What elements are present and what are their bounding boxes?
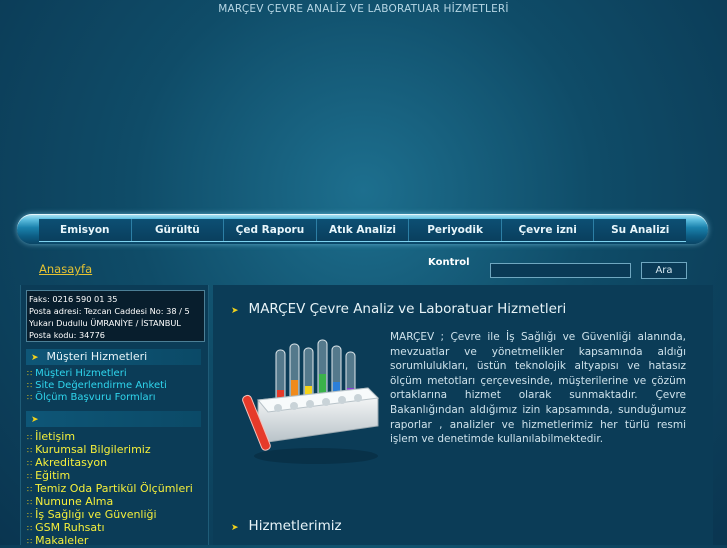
site-title: MARÇEV ÇEVRE ANALİZ VE LABORATUAR HİZMET… bbox=[218, 3, 509, 15]
contact-box: Faks: 0216 590 01 35 Posta adresi: Tezca… bbox=[26, 290, 205, 342]
sidebar-link-site-anketi[interactable]: ∷ Site Değerlendirme Anketi bbox=[27, 380, 167, 392]
arrow-bullet-icon: ➤ bbox=[31, 415, 39, 425]
services-heading: ➤ Hizmetlerimiz bbox=[231, 518, 342, 534]
bullet-icon: ∷ bbox=[27, 381, 33, 390]
bullet-icon: ∷ bbox=[27, 459, 33, 468]
bullet-icon: ∷ bbox=[27, 446, 33, 455]
bullet-icon: ∷ bbox=[27, 393, 33, 402]
bullet-icon: ∷ bbox=[27, 369, 33, 378]
page-title: ➤ MARÇEV Çevre Analiz ve Laboratuar Hizme… bbox=[231, 301, 566, 317]
bullet-icon: ∷ bbox=[27, 498, 33, 507]
search-label: Kontrol bbox=[428, 257, 470, 268]
bullet-icon: ∷ bbox=[27, 511, 33, 520]
customer-services-heading: ➤ Müşteri Hizmetleri bbox=[26, 349, 201, 365]
nav-item-atik-analizi[interactable]: Atık Analizi bbox=[317, 219, 410, 241]
intro-paragraph: MARÇEV ; Çevre ile İş Sağlığı ve Güvenli… bbox=[390, 331, 686, 446]
search-button[interactable]: Ara bbox=[641, 262, 687, 279]
bullet-icon: ∷ bbox=[27, 433, 33, 442]
main-nav: Emisyon Gürültü Çed Raporu Atık Analizi … bbox=[17, 214, 708, 244]
bullet-icon: ∷ bbox=[27, 524, 33, 533]
nav-item-su-analizi[interactable]: Su Analizi bbox=[594, 219, 686, 241]
test-tubes-rack-icon bbox=[242, 339, 380, 464]
services-heading-label: Hizmetlerimiz bbox=[248, 518, 342, 534]
sidebar-links: ∷ İletişim ∷ Kurumsal Bilgilerimiz ∷ Akredi… bbox=[27, 431, 193, 548]
arrow-bullet-icon: ➤ bbox=[31, 353, 39, 363]
sidebar-link-musteri-hizmetleri[interactable]: ∷ Müşteri Hizmetleri bbox=[27, 368, 167, 380]
contact-postcode: Posta kodu: 34776 bbox=[29, 330, 106, 340]
contact-address: Posta adresi: Tezcan Caddesi No: 38 / 5 bbox=[29, 306, 190, 316]
nav-item-periyodik[interactable]: Periyodik bbox=[409, 219, 502, 241]
bullet-icon: ∷ bbox=[27, 485, 33, 494]
sidebar-link-olcum-formlari[interactable]: ∷ Ölçüm Başvuru Formları bbox=[27, 392, 167, 404]
nav-item-gurultu[interactable]: Gürültü bbox=[132, 219, 225, 241]
sidebar-link-makaleler[interactable]: ∷ Makaleler bbox=[27, 535, 193, 548]
nav-item-emisyon[interactable]: Emisyon bbox=[39, 219, 132, 241]
bullet-icon: ∷ bbox=[27, 472, 33, 481]
nav-item-cevre-izni[interactable]: Çevre izni bbox=[502, 219, 595, 241]
arrow-bullet-icon: ➤ bbox=[231, 306, 239, 316]
customer-services-heading-label: Müşteri Hizmetleri bbox=[46, 350, 148, 363]
breadcrumb-home-link[interactable]: Anasayfa bbox=[39, 262, 92, 276]
contact-fax: Faks: 0216 590 01 35 bbox=[29, 294, 118, 304]
page-title-label: MARÇEV Çevre Analiz ve Laboratuar Hizmet… bbox=[248, 301, 567, 317]
nav-item-ced-raporu[interactable]: Çed Raporu bbox=[224, 219, 317, 241]
search-input[interactable] bbox=[490, 263, 631, 278]
arrow-bullet-icon: ➤ bbox=[231, 523, 239, 533]
customer-links: ∷ Müşteri Hizmetleri ∷ Site Değerlendirme … bbox=[27, 368, 167, 404]
second-heading: ➤ bbox=[26, 411, 201, 427]
contact-district: Yukarı Dudullu ÜMRANİYE / İSTANBUL bbox=[29, 318, 181, 328]
